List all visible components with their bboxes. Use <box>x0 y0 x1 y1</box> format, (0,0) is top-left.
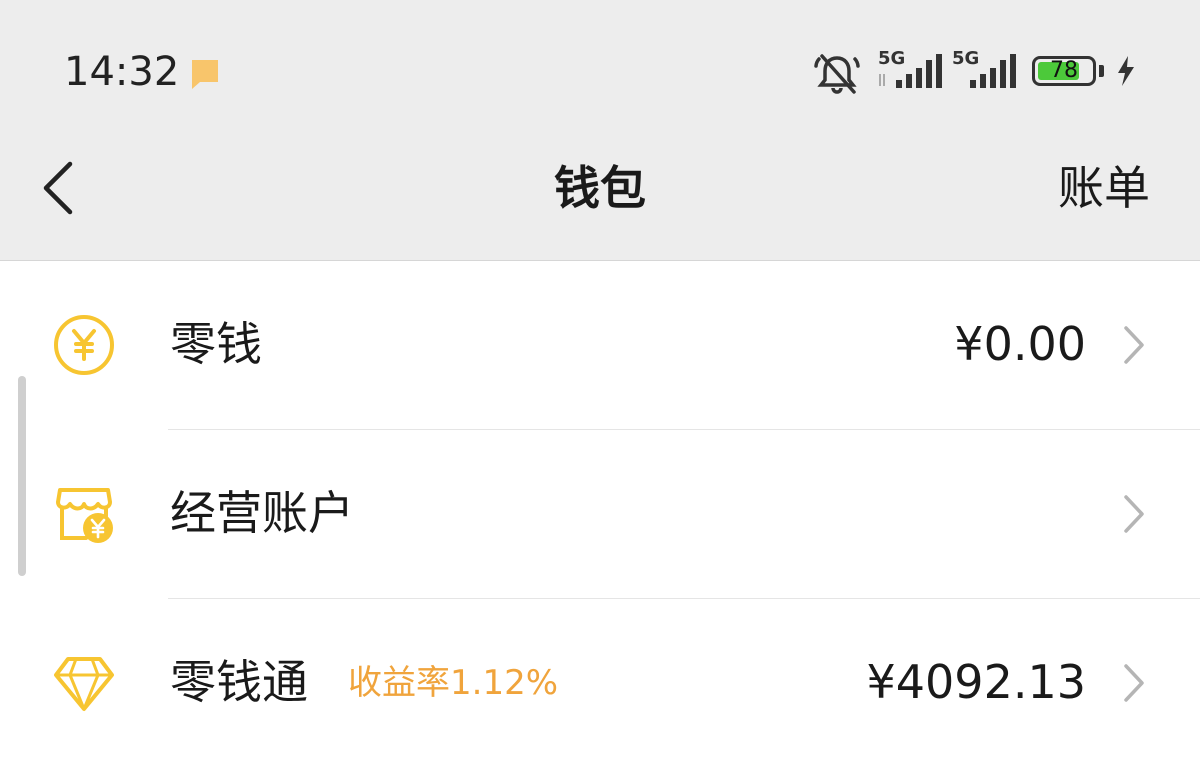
wallet-item-amount: ¥4092.13 <box>866 655 1087 709</box>
diamond-icon <box>54 657 114 711</box>
battery-level: 78 <box>1050 58 1078 83</box>
chevron-right-icon <box>1124 326 1144 364</box>
notification-icon <box>192 60 218 89</box>
wallet-item-amount: ¥0.00 <box>954 317 1086 371</box>
signal-bars-icon <box>879 54 942 88</box>
signal-2: 5G <box>950 48 1020 92</box>
chevron-right-icon <box>1124 664 1144 702</box>
page-title: 钱包 <box>554 161 646 215</box>
wallet-row-business[interactable]: 经营账户 <box>0 430 1200 598</box>
wallet-row-change-plus[interactable]: 零钱通 收益率1.12% ¥4092.13 <box>0 599 1200 767</box>
signal-bars-icon <box>970 54 1016 88</box>
status-time: 14:32 <box>64 49 180 95</box>
top-bar <box>0 0 1200 260</box>
store-yen-icon <box>56 488 113 543</box>
signal-1: 5G <box>876 48 946 92</box>
battery-cap <box>1099 65 1104 77</box>
charging-bolt-icon <box>1118 56 1134 86</box>
yen-coin-icon <box>54 315 114 375</box>
chevron-right-icon <box>1124 495 1144 533</box>
bill-button[interactable]: 账单 <box>1058 158 1150 218</box>
wallet-item-label: 经营账户 <box>170 486 354 540</box>
wallet-item-label: 零钱 <box>170 317 262 371</box>
yield-rate-badge: 收益率1.12% <box>348 663 559 703</box>
wallet-row-change[interactable]: 零钱 ¥0.00 <box>0 261 1200 429</box>
mute-icon <box>814 54 860 94</box>
battery-icon: 78 <box>1032 56 1096 86</box>
wallet-item-label: 零钱通 <box>170 655 308 709</box>
